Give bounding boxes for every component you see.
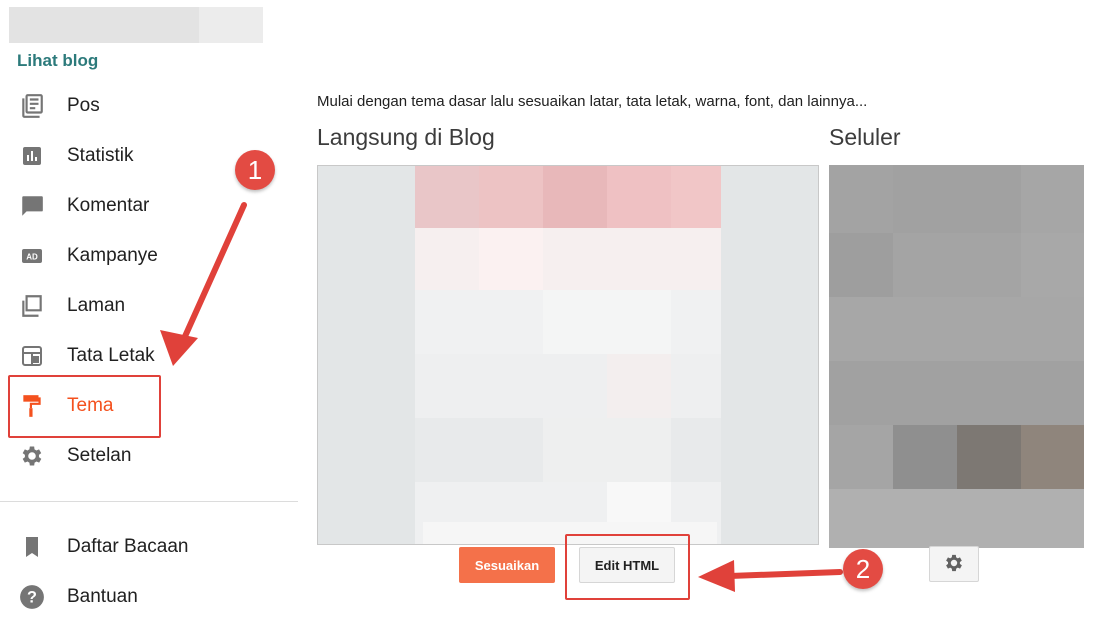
mobile-title: Seluler bbox=[829, 124, 901, 150]
arrow-to-edit-html bbox=[727, 569, 843, 579]
desktop-theme-preview[interactable] bbox=[317, 165, 819, 545]
sidebar-item-label: Tata Letak bbox=[67, 345, 155, 366]
live-blog-title: Langsung di Blog bbox=[317, 124, 495, 150]
sidebar-item-label: Daftar Bacaan bbox=[67, 536, 189, 557]
layout-icon bbox=[19, 343, 45, 369]
tema-highlight-box bbox=[8, 375, 161, 438]
sidebar-item-label: Pos bbox=[67, 95, 100, 116]
sidebar-item-daftar-bacaan[interactable]: Daftar Bacaan bbox=[0, 527, 298, 567]
sidebar-item-tata-letak[interactable]: Tata Letak bbox=[0, 336, 298, 376]
sidebar-item-label: Kampanye bbox=[67, 245, 158, 266]
sidebar-item-label: Setelan bbox=[67, 445, 132, 466]
svg-text:?: ? bbox=[27, 588, 37, 606]
edit-html-highlight-box bbox=[565, 534, 690, 600]
step-badge-2: 2 bbox=[843, 549, 883, 589]
bookmark-icon bbox=[19, 534, 45, 560]
ad-icon: AD bbox=[19, 243, 45, 269]
stats-icon bbox=[19, 143, 45, 169]
sidebar-item-laman[interactable]: Laman bbox=[0, 286, 298, 326]
step-badge-1: 1 bbox=[235, 150, 275, 190]
sidebar-item-label: Komentar bbox=[67, 195, 150, 216]
arrow-to-tema bbox=[175, 202, 247, 355]
sidebar-item-label: Laman bbox=[67, 295, 126, 316]
sidebar-item-bantuan[interactable]: ? Bantuan bbox=[0, 577, 298, 617]
sidebar-divider bbox=[0, 501, 298, 502]
gear-icon bbox=[943, 552, 965, 577]
sidebar-item-setelan[interactable]: Setelan bbox=[0, 436, 298, 476]
mobile-theme-preview[interactable] bbox=[829, 165, 1084, 548]
help-icon: ? bbox=[19, 584, 45, 610]
sidebar-item-kampanye[interactable]: AD Kampanye bbox=[0, 236, 298, 276]
gear-icon bbox=[19, 443, 45, 469]
comment-icon bbox=[19, 193, 45, 219]
pages-icon bbox=[19, 293, 45, 319]
view-blog-link[interactable]: Lihat blog bbox=[17, 51, 98, 71]
svg-text:AD: AD bbox=[26, 253, 38, 262]
arrow-to-edit-html-head bbox=[698, 560, 735, 592]
customize-button[interactable]: Sesuaikan bbox=[459, 547, 555, 583]
sidebar-item-pos[interactable]: Pos bbox=[0, 86, 298, 126]
sidebar-item-komentar[interactable]: Komentar bbox=[0, 186, 298, 226]
sidebar-item-label: Bantuan bbox=[67, 586, 138, 607]
blog-title-placeholder bbox=[9, 7, 263, 43]
sidebar-item-label: Statistik bbox=[67, 145, 134, 166]
theme-intro-text: Mulai dengan tema dasar lalu sesuaikan l… bbox=[317, 93, 868, 110]
posts-icon bbox=[19, 93, 45, 119]
mobile-settings-button[interactable] bbox=[929, 546, 979, 582]
